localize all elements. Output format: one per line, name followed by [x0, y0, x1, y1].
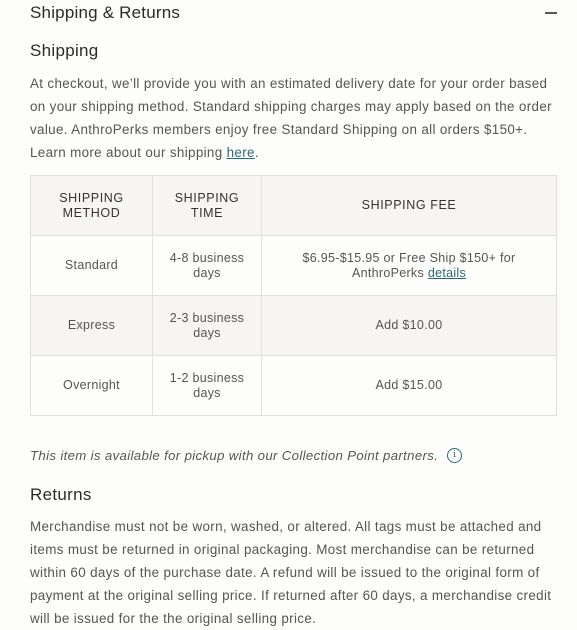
cell-fee: $6.95-$15.95 or Free Ship $150+ for Anth…: [261, 235, 557, 296]
cell-fee: Add $10.00: [261, 295, 557, 356]
cell-method: Standard: [30, 235, 153, 296]
minus-icon[interactable]: [545, 12, 557, 14]
cell-fee: Add $15.00: [261, 355, 557, 416]
info-icon[interactable]: i: [447, 448, 463, 463]
shipping-heading: Shipping: [30, 41, 99, 60]
shipping-text: At checkout, we’ll provide you with an e…: [30, 76, 552, 160]
accordion-header[interactable]: Shipping & Returns: [30, 0, 557, 26]
table-row: Standard 4-8 business days $6.95-$15.95 …: [30, 235, 557, 296]
cell-method: Overnight: [30, 355, 153, 416]
shipping-description: At checkout, we’ll provide you with an e…: [30, 72, 560, 164]
fee-text: $6.95-$15.95 or Free Ship $150+ for Anth…: [302, 250, 516, 280]
header-shipping-time: SHIPPING TIME: [152, 175, 262, 236]
details-link[interactable]: details: [428, 266, 466, 280]
shipping-here-link[interactable]: here: [227, 145, 255, 160]
cell-time: 1-2 business days: [152, 355, 262, 416]
shipping-table: SHIPPING METHOD SHIPPING TIME SHIPPING F…: [30, 175, 557, 416]
period: .: [254, 145, 259, 160]
accordion-title: Shipping & Returns: [30, 3, 181, 22]
cell-time: 4-8 business days: [152, 235, 262, 296]
pickup-text: This item is available for pickup with o…: [30, 448, 439, 463]
pickup-notice: This item is available for pickup with o…: [30, 448, 463, 463]
cell-method: Express: [30, 295, 153, 356]
table-header-row: SHIPPING METHOD SHIPPING TIME SHIPPING F…: [30, 175, 557, 236]
table-row: Express 2-3 business days Add $10.00: [30, 295, 557, 356]
cell-time: 2-3 business days: [152, 295, 262, 356]
returns-description: Merchandise must not be worn, washed, or…: [30, 519, 552, 626]
header-shipping-fee: SHIPPING FEE: [261, 175, 557, 236]
header-shipping-method: SHIPPING METHOD: [30, 175, 153, 236]
returns-heading: Returns: [30, 485, 92, 504]
table-row: Overnight 1-2 business days Add $15.00: [30, 355, 557, 416]
